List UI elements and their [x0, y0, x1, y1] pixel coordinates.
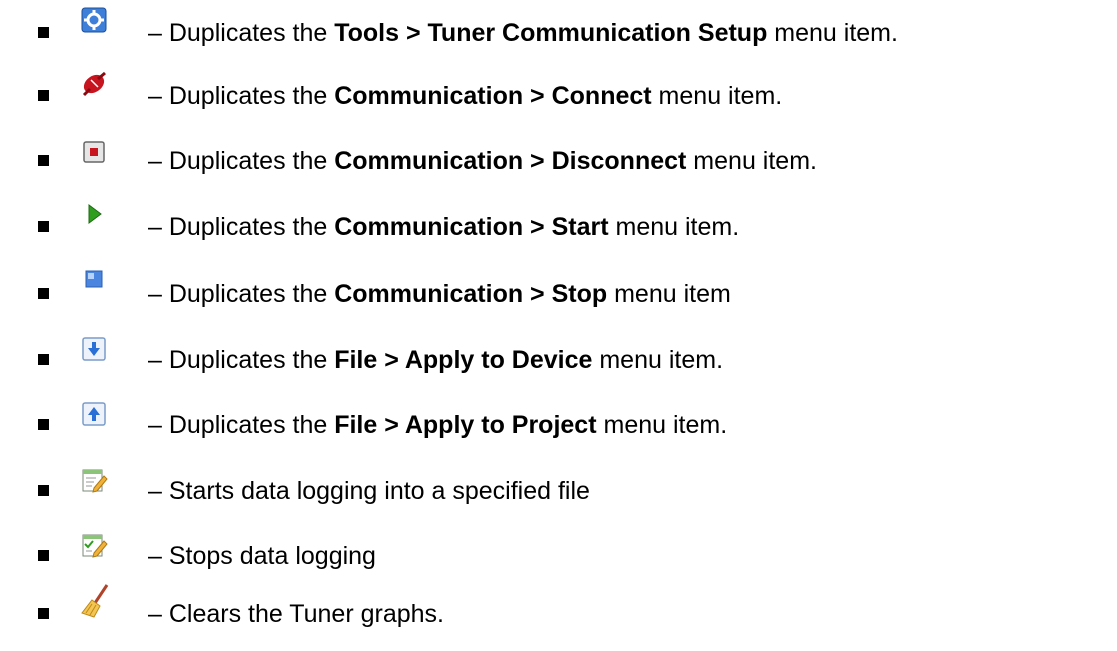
- item-description: – Starts data logging into a specified f…: [148, 477, 590, 505]
- list-item: – Duplicates the File > Apply to Project…: [0, 402, 1117, 462]
- item-description: – Stops data logging: [148, 542, 376, 570]
- bullet: [38, 27, 49, 38]
- list-item: – Duplicates the Communication > Stop me…: [0, 270, 1117, 331]
- apply-to-project-icon: [80, 400, 108, 428]
- disconnect-icon: [80, 138, 108, 166]
- bullet: [38, 288, 49, 299]
- item-description: – Duplicates the Communication > Start m…: [148, 213, 740, 241]
- apply-to-device-icon: [80, 335, 108, 363]
- bullet: [38, 354, 49, 365]
- bullet: [38, 155, 49, 166]
- list-item: – Duplicates the Communication > Disconn…: [0, 141, 1117, 198]
- stop-logging-icon: [80, 531, 108, 559]
- list-item: – Duplicates the File > Apply to Device …: [0, 337, 1117, 397]
- item-description: – Duplicates the Tools > Tuner Communica…: [148, 19, 898, 47]
- toolbar-button-list: – Duplicates the Tools > Tuner Communica…: [0, 0, 1117, 649]
- item-description: – Duplicates the File > Apply to Device …: [148, 346, 724, 374]
- start-logging-icon: [80, 466, 108, 494]
- list-item: – Starts data logging into a specified f…: [0, 469, 1117, 528]
- bullet: [38, 550, 49, 561]
- item-description: – Duplicates the File > Apply to Project…: [148, 411, 728, 439]
- bullet: [38, 608, 49, 619]
- bullet: [38, 485, 49, 496]
- bullet: [38, 221, 49, 232]
- item-description: – Clears the Tuner graphs.: [148, 600, 444, 628]
- bullet: [38, 419, 49, 430]
- stop-square-icon: [80, 265, 108, 293]
- list-item: – Duplicates the Communication > Start m…: [0, 204, 1117, 264]
- clear-graphs-broom-icon: [80, 583, 112, 619]
- list-item: – Duplicates the Communication > Connect…: [0, 71, 1117, 133]
- tuner-setup-gear-icon: [80, 6, 108, 34]
- item-description: – Duplicates the Communication > Connect…: [148, 82, 783, 110]
- bullet: [38, 90, 49, 101]
- list-item: – Duplicates the Tools > Tuner Communica…: [0, 7, 1117, 68]
- list-item: – Clears the Tuner graphs.: [0, 584, 1117, 651]
- connect-plug-icon: [80, 71, 108, 99]
- item-description: – Duplicates the Communication > Disconn…: [148, 147, 817, 175]
- item-description: – Duplicates the Communication > Stop me…: [148, 280, 731, 308]
- start-play-icon: [80, 200, 108, 228]
- list-item: – Stops data logging: [0, 534, 1117, 593]
